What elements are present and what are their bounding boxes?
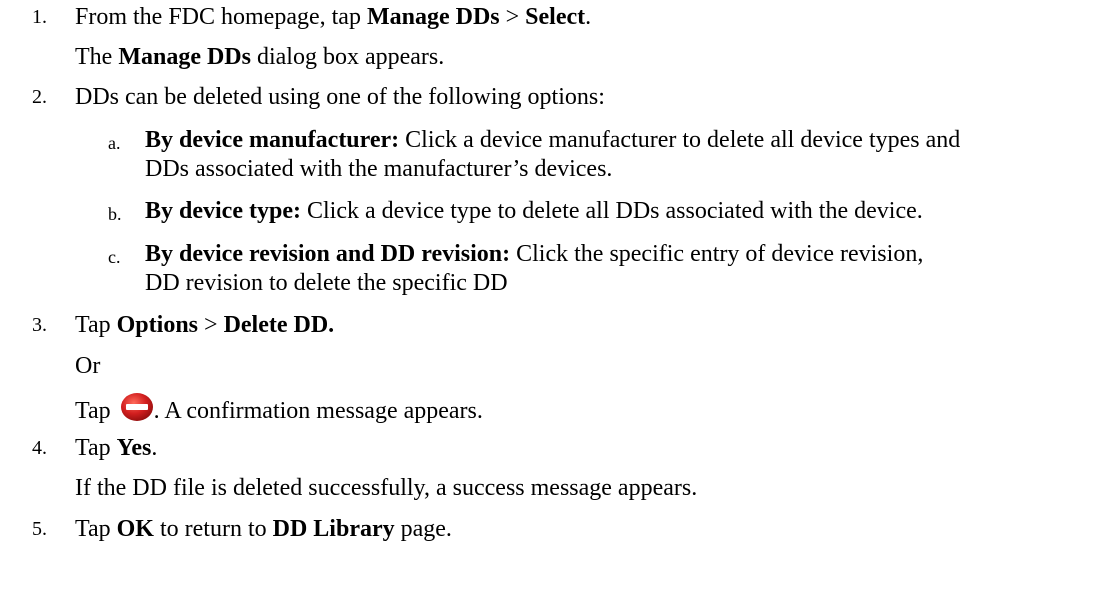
step-text: Tap OK to return to DD Library page.	[75, 516, 452, 542]
ui-term: Options	[116, 312, 199, 338]
instructions-document: 1. From the FDC homepage, tap Manage DDs…	[32, 4, 961, 542]
delete-icon	[120, 392, 154, 422]
option-letter: b.	[108, 204, 122, 224]
step-number: 1.	[32, 6, 47, 28]
step-text: DDs can be deleted using one of the foll…	[75, 84, 605, 110]
ui-term: Manage DDs	[366, 4, 500, 30]
option-letter: c.	[108, 247, 121, 267]
step-number: 2.	[32, 86, 47, 108]
ui-term: Yes	[116, 435, 152, 461]
ui-term: Delete DD.	[223, 312, 335, 338]
option-label: By device type:	[145, 198, 301, 224]
step-number: 3.	[32, 314, 47, 336]
ui-term: OK	[116, 516, 154, 542]
step-text: Tap Yes.	[75, 435, 158, 461]
step-text: From the FDC homepage, tap Manage DDs > …	[75, 4, 592, 30]
option-label: By device manufacturer:	[145, 127, 400, 153]
step-number: 4.	[32, 437, 47, 459]
step-number: 5.	[32, 518, 47, 540]
ui-term: Select	[525, 4, 586, 30]
option-label: By device revision and DD revision:	[145, 241, 511, 267]
step-text: Tap Options > Delete DD.	[75, 312, 335, 338]
ui-term: Manage DDs	[118, 44, 251, 70]
ui-term: DD Library	[272, 516, 395, 542]
option-letter: a.	[108, 133, 121, 153]
